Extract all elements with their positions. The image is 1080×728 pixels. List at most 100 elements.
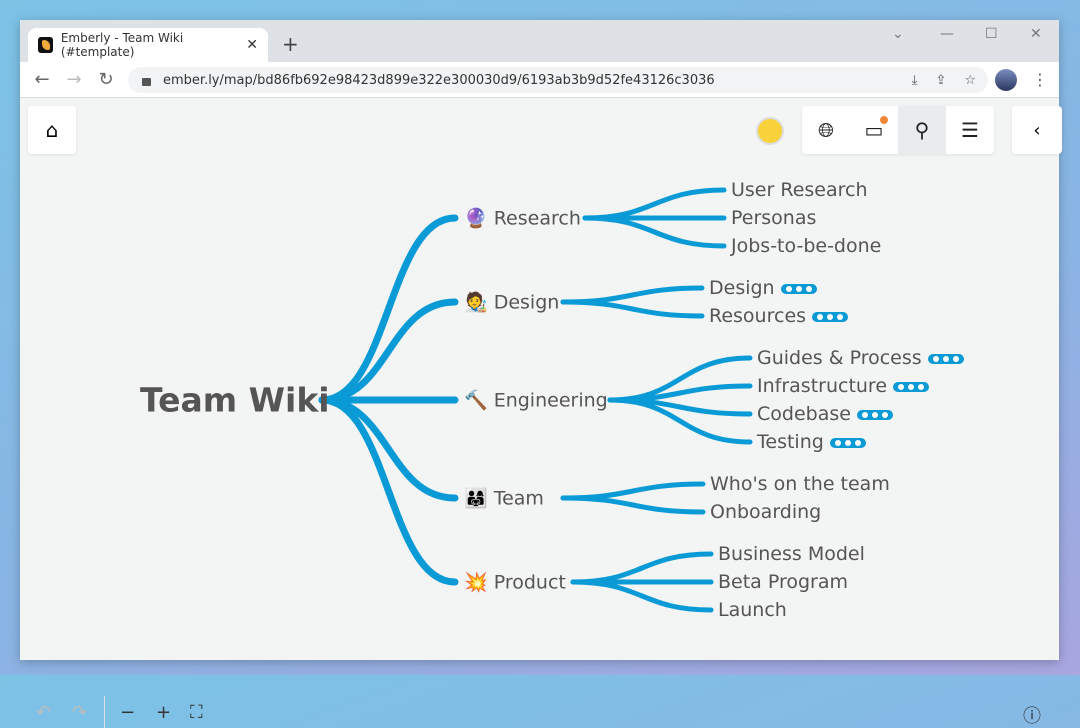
branch-emoji-icon: 🔨 bbox=[464, 389, 494, 412]
leaf-label: Who's on the team bbox=[710, 473, 890, 495]
emberly-logo-icon bbox=[38, 37, 53, 53]
tab-bar: Emberly - Team Wiki (#template) ✕ + ⌄ — … bbox=[20, 20, 1059, 62]
leaf-node[interactable]: Beta Program bbox=[718, 571, 848, 593]
more-children-icon[interactable] bbox=[893, 381, 930, 392]
leaf-link bbox=[582, 187, 727, 221]
tab-title: Emberly - Team Wiki (#template) bbox=[60, 31, 184, 59]
collapse-panel-button[interactable]: ‹ bbox=[1012, 106, 1062, 154]
branch-node[interactable]: 🧑‍🎨 Design bbox=[464, 291, 559, 314]
leaf-node[interactable]: Infrastructure bbox=[757, 375, 930, 397]
globe-button[interactable]: 🌐︎ bbox=[802, 106, 850, 154]
settings-sliders-button[interactable]: ☰ bbox=[946, 106, 994, 154]
leaf-label: Infrastructure bbox=[757, 375, 888, 397]
branch-node[interactable]: 🔮 Research bbox=[464, 207, 581, 230]
branch-label: Engineering bbox=[493, 389, 608, 412]
leaf-node[interactable]: Guides & Process bbox=[757, 347, 964, 369]
leaf-link bbox=[582, 215, 727, 249]
notification-dot bbox=[880, 116, 888, 124]
leaf-node[interactable]: Business Model bbox=[718, 543, 865, 565]
browser-window: Emberly - Team Wiki (#template) ✕ + ⌄ — … bbox=[20, 20, 1062, 728]
root-label: Team Wiki bbox=[140, 380, 330, 420]
divider bbox=[104, 696, 105, 728]
branch-emoji-icon: 👨‍👩‍👧 bbox=[464, 487, 494, 510]
url-field[interactable]: ember.ly/map/bd86fb692e98423d899e322e300… bbox=[128, 67, 988, 93]
close-window-button[interactable]: ✕ bbox=[1030, 26, 1042, 42]
branch-label: Design bbox=[493, 291, 560, 314]
leaf-node[interactable]: Personas bbox=[731, 207, 816, 229]
zoom-out-button[interactable]: − bbox=[120, 702, 135, 723]
minimize-button[interactable]: — bbox=[940, 26, 954, 42]
url-text: ember.ly/map/bd86fb692e98423d899e322e300… bbox=[163, 72, 715, 88]
leaf-label: Jobs-to-be-done bbox=[731, 235, 882, 257]
leaf-node[interactable]: Resources bbox=[709, 305, 849, 327]
branch-label: Team bbox=[493, 487, 544, 510]
maximize-button[interactable]: ☐ bbox=[985, 26, 998, 42]
leaf-node[interactable]: Design bbox=[709, 277, 817, 299]
more-children-icon[interactable] bbox=[927, 353, 964, 364]
reload-button[interactable]: ↻ bbox=[90, 69, 122, 90]
leaf-link bbox=[607, 383, 753, 403]
more-children-icon[interactable] bbox=[812, 311, 849, 322]
leaf-link bbox=[560, 481, 706, 501]
branch-label: Product bbox=[493, 571, 566, 594]
leaf-link bbox=[570, 551, 714, 585]
share-icon[interactable]: ⇪ bbox=[935, 73, 946, 88]
leaf-node[interactable]: Onboarding bbox=[710, 501, 821, 523]
leaf-label: User Research bbox=[731, 179, 868, 201]
browser-tab[interactable]: Emberly - Team Wiki (#template) ✕ bbox=[28, 28, 268, 62]
leaf-label: Guides & Process bbox=[757, 347, 922, 369]
branch-emoji-icon: 🧑‍🎨 bbox=[464, 291, 494, 314]
branch-emoji-icon: 💥 bbox=[464, 571, 494, 594]
tab-search-icon[interactable]: ⌄ bbox=[892, 26, 904, 42]
branch-emoji-icon: 🔮 bbox=[464, 207, 494, 230]
leaf-label: Design bbox=[709, 277, 775, 299]
leaf-link bbox=[570, 579, 714, 613]
leaf-label: Personas bbox=[731, 207, 817, 229]
leaf-node[interactable]: User Research bbox=[731, 179, 868, 201]
browser-menu-icon[interactable]: ⋮ bbox=[1032, 70, 1048, 89]
leaf-label: Launch bbox=[718, 599, 787, 621]
leaf-link bbox=[560, 495, 706, 515]
leaf-node[interactable]: Testing bbox=[757, 431, 866, 453]
home-icon: ⌂ bbox=[45, 118, 59, 142]
leaf-node[interactable]: Who's on the team bbox=[710, 473, 890, 495]
root-node[interactable]: Team Wiki bbox=[140, 381, 330, 420]
leaf-label: Testing bbox=[757, 431, 824, 453]
undo-button[interactable]: ↶ bbox=[36, 702, 51, 723]
leaf-link bbox=[560, 285, 705, 305]
branch-label: Research bbox=[493, 207, 581, 230]
close-tab-icon[interactable]: ✕ bbox=[246, 37, 258, 53]
more-children-icon[interactable] bbox=[856, 409, 893, 420]
new-tab-button[interactable]: + bbox=[282, 32, 299, 56]
branch-node[interactable]: 👨‍👩‍👧 Team bbox=[464, 487, 544, 510]
more-children-icon[interactable] bbox=[829, 437, 866, 448]
fit-screen-button[interactable]: ⛶ bbox=[190, 702, 203, 723]
chevron-left-icon: ‹ bbox=[1033, 119, 1041, 141]
leaf-label: Resources bbox=[709, 305, 807, 327]
bookmark-star-icon[interactable]: ☆ bbox=[964, 73, 976, 88]
more-children-icon[interactable] bbox=[780, 283, 817, 294]
user-avatar[interactable] bbox=[756, 117, 784, 145]
redo-button[interactable]: ↷ bbox=[72, 702, 87, 723]
leaf-node[interactable]: Jobs-to-be-done bbox=[731, 235, 881, 257]
lock-icon bbox=[142, 78, 151, 86]
leaf-node[interactable]: Codebase bbox=[757, 403, 893, 425]
branch-node[interactable]: 💥 Product bbox=[464, 571, 566, 594]
branch-node[interactable]: 🔨 Engineering bbox=[464, 389, 608, 412]
search-button[interactable]: ⚲ bbox=[898, 106, 946, 154]
install-icon[interactable]: ⤓ bbox=[912, 73, 918, 88]
profile-avatar[interactable] bbox=[995, 69, 1017, 91]
leaf-label: Business Model bbox=[718, 543, 865, 565]
toolbar: 🌐︎ ▭ ⚲ ☰ bbox=[802, 106, 994, 154]
help-button[interactable]: ⓘ bbox=[1023, 702, 1041, 728]
inbox-button[interactable]: ▭ bbox=[850, 106, 898, 154]
leaf-label: Beta Program bbox=[718, 571, 849, 593]
home-button[interactable]: ⌂ bbox=[28, 106, 76, 154]
zoom-in-button[interactable]: + bbox=[156, 702, 171, 723]
leaf-node[interactable]: Launch bbox=[718, 599, 787, 621]
mind-map-canvas[interactable]: Team Wiki 🔮 Research User Research Personas… bbox=[20, 98, 1062, 728]
back-button[interactable]: ← bbox=[26, 69, 58, 90]
leaf-link bbox=[560, 299, 705, 319]
forward-button[interactable]: → bbox=[58, 69, 90, 90]
leaf-label: Onboarding bbox=[710, 501, 822, 523]
